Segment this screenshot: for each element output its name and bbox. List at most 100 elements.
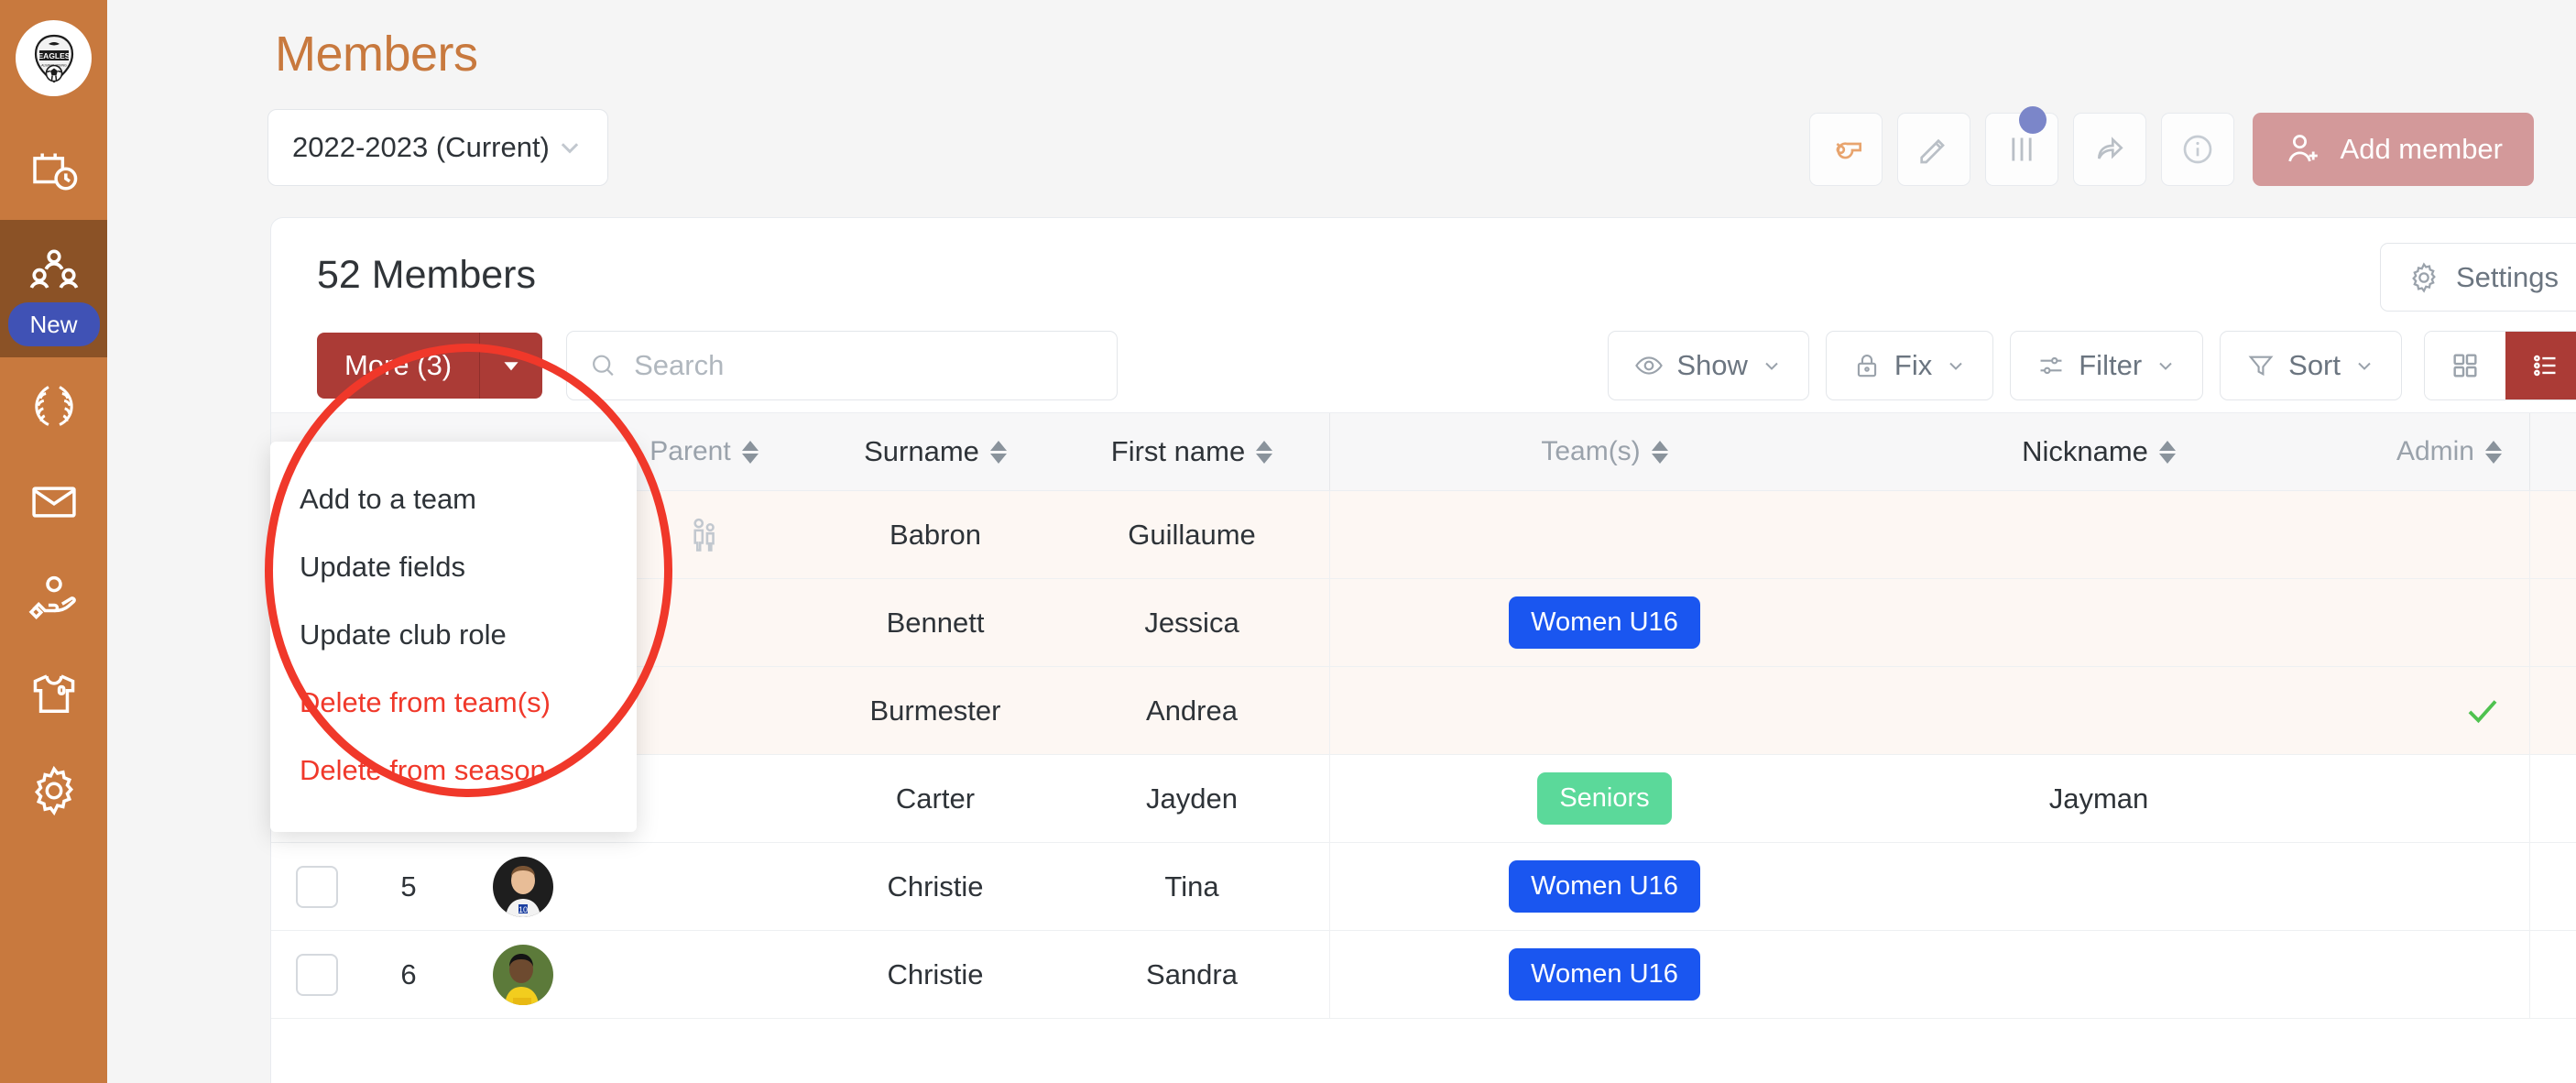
row-surname: Carter bbox=[895, 782, 976, 815]
row-more-button[interactable]: ••• bbox=[2529, 755, 2576, 842]
gear-icon bbox=[34, 765, 73, 815]
sort-arrows-icon[interactable] bbox=[1256, 440, 1273, 464]
row-number: 5 bbox=[400, 870, 417, 902]
row-more-button[interactable]: ••• bbox=[2529, 579, 2576, 666]
row-parent-cell bbox=[592, 931, 816, 1018]
funnel-icon bbox=[2248, 356, 2274, 377]
sidebar-item-payments[interactable] bbox=[0, 550, 107, 646]
more-button[interactable]: More (3) bbox=[317, 333, 481, 399]
sidebar-item-members[interactable]: New bbox=[0, 220, 107, 357]
row-more-button[interactable]: ••• bbox=[2529, 491, 2576, 578]
sort-arrows-icon[interactable] bbox=[989, 440, 1007, 464]
row-admin bbox=[2319, 755, 2529, 842]
envelope-icon bbox=[31, 486, 76, 518]
team-pill[interactable]: Women U16 bbox=[1509, 948, 1700, 1001]
search-input[interactable] bbox=[634, 349, 1096, 382]
info-circle-icon bbox=[2183, 135, 2211, 164]
caret-down-icon bbox=[504, 362, 518, 371]
eagles-club-crest-logo: EAGLES ALWAYS RISING bbox=[34, 34, 73, 82]
settings-label: Settings bbox=[2455, 260, 2559, 293]
row-more-button[interactable]: ••• bbox=[2529, 931, 2576, 1018]
show-button[interactable]: Show bbox=[1608, 331, 1809, 400]
row-surname: Bennett bbox=[886, 606, 985, 639]
members-group-icon bbox=[29, 249, 78, 289]
season-selector[interactable]: 2022-2023 (Current) bbox=[267, 109, 608, 186]
row-admin bbox=[2319, 579, 2529, 666]
sidebar-item-schedule[interactable] bbox=[0, 124, 107, 220]
admin-check-icon bbox=[2468, 699, 2497, 723]
settings-button[interactable]: Settings bbox=[2379, 243, 2576, 312]
menu-item-delete-from-teams[interactable]: Delete from team(s) bbox=[270, 669, 637, 737]
svg-text:EAGLES: EAGLES bbox=[38, 51, 70, 60]
more-caret-button[interactable] bbox=[480, 333, 543, 399]
header-nickname[interactable]: Nickname bbox=[1879, 413, 2319, 490]
sidebar-item-kit[interactable] bbox=[0, 646, 107, 742]
team-pill[interactable]: Women U16 bbox=[1509, 860, 1700, 913]
table-toolbar: More (3) Search Show Fix Filter Sort bbox=[271, 319, 2576, 412]
row-firstname: Jayden bbox=[1146, 782, 1238, 815]
search-box[interactable] bbox=[566, 331, 1119, 400]
row-checkbox[interactable] bbox=[296, 953, 338, 996]
filter-button[interactable]: Filter bbox=[2010, 331, 2204, 400]
row-parent-cell bbox=[592, 843, 816, 930]
sort-arrows-icon[interactable] bbox=[741, 440, 759, 464]
team-pill[interactable]: Seniors bbox=[1537, 772, 1672, 825]
header-teams[interactable]: Team(s) bbox=[1329, 413, 1879, 490]
sidebar-item-competitions[interactable] bbox=[0, 357, 107, 454]
edit-button[interactable] bbox=[1896, 113, 1970, 186]
toolbar-right-group: Show Fix Filter Sort bbox=[1608, 331, 2576, 400]
header-admin[interactable]: Admin bbox=[2319, 413, 2529, 490]
lock-icon bbox=[1857, 355, 1877, 377]
row-more-button[interactable]: ••• bbox=[2529, 843, 2576, 930]
photo-player-white-kit: 10 bbox=[493, 856, 553, 917]
menu-item-delete-from-season[interactable]: Delete from season bbox=[270, 737, 637, 804]
fix-button[interactable]: Fix bbox=[1825, 331, 1994, 400]
sidebar-item-messages[interactable] bbox=[0, 454, 107, 550]
info-button[interactable] bbox=[2160, 113, 2234, 186]
header-surname[interactable]: Surname bbox=[816, 413, 1054, 490]
pencil-icon bbox=[1919, 138, 1945, 164]
sidebar-item-settings[interactable] bbox=[0, 742, 107, 838]
sort-arrows-icon[interactable] bbox=[2485, 440, 2502, 464]
club-logo[interactable]: EAGLES ALWAYS RISING bbox=[16, 20, 92, 96]
row-number: 6 bbox=[400, 957, 417, 990]
sort-button[interactable]: Sort bbox=[2220, 331, 2402, 400]
sort-arrows-icon[interactable] bbox=[2158, 440, 2176, 464]
row-nickname bbox=[1879, 931, 2319, 1018]
row-firstname: Tina bbox=[1164, 870, 1219, 902]
sort-arrows-icon[interactable] bbox=[1651, 440, 1668, 464]
two-people-icon bbox=[693, 518, 715, 552]
team-pill[interactable]: Women U16 bbox=[1509, 596, 1700, 649]
row-more-button[interactable]: ••• bbox=[2529, 667, 2576, 754]
row-checkbox[interactable] bbox=[296, 865, 338, 908]
row-checkbox-cell[interactable] bbox=[271, 843, 363, 930]
whistle-button[interactable] bbox=[1808, 113, 1883, 186]
columns-button[interactable] bbox=[1984, 106, 2058, 186]
menu-item-add-to-team[interactable]: Add to a team bbox=[270, 465, 637, 533]
card-header: 52 Members Settings bbox=[271, 218, 2576, 319]
row-teams bbox=[1329, 491, 1879, 578]
menu-item-update-club-role[interactable]: Update club role bbox=[270, 601, 637, 669]
row-nickname bbox=[1879, 491, 2319, 578]
header-firstname[interactable]: First name bbox=[1054, 413, 1329, 490]
list-view-button[interactable] bbox=[2505, 332, 2576, 399]
grid-view-button[interactable] bbox=[2425, 332, 2505, 399]
grid-icon bbox=[2453, 354, 2477, 377]
row-firstname: Andrea bbox=[1146, 694, 1238, 727]
table-row[interactable]: 5 10 Christie Tina Women U16 bbox=[271, 843, 2576, 931]
row-checkbox-cell[interactable] bbox=[271, 931, 363, 1018]
row-admin bbox=[2319, 491, 2529, 578]
row-teams: Women U16 bbox=[1329, 931, 1879, 1018]
add-member-label: Add member bbox=[2340, 133, 2503, 165]
sidebar-new-badge: New bbox=[7, 302, 100, 346]
row-nickname: Jayman bbox=[2048, 782, 2149, 815]
share-button[interactable] bbox=[2072, 113, 2146, 186]
add-member-button[interactable]: Add member bbox=[2252, 113, 2534, 186]
more-button-group: More (3) bbox=[317, 333, 543, 399]
row-teams: Women U16 bbox=[1329, 843, 1879, 930]
row-admin bbox=[2319, 667, 2529, 754]
row-avatar bbox=[454, 931, 592, 1018]
menu-item-update-fields[interactable]: Update fields bbox=[270, 533, 637, 601]
table-row[interactable]: 6 Christie Sandra Women U16 bbox=[271, 931, 2576, 1019]
season-value: 2022-2023 (Current) bbox=[292, 131, 550, 163]
